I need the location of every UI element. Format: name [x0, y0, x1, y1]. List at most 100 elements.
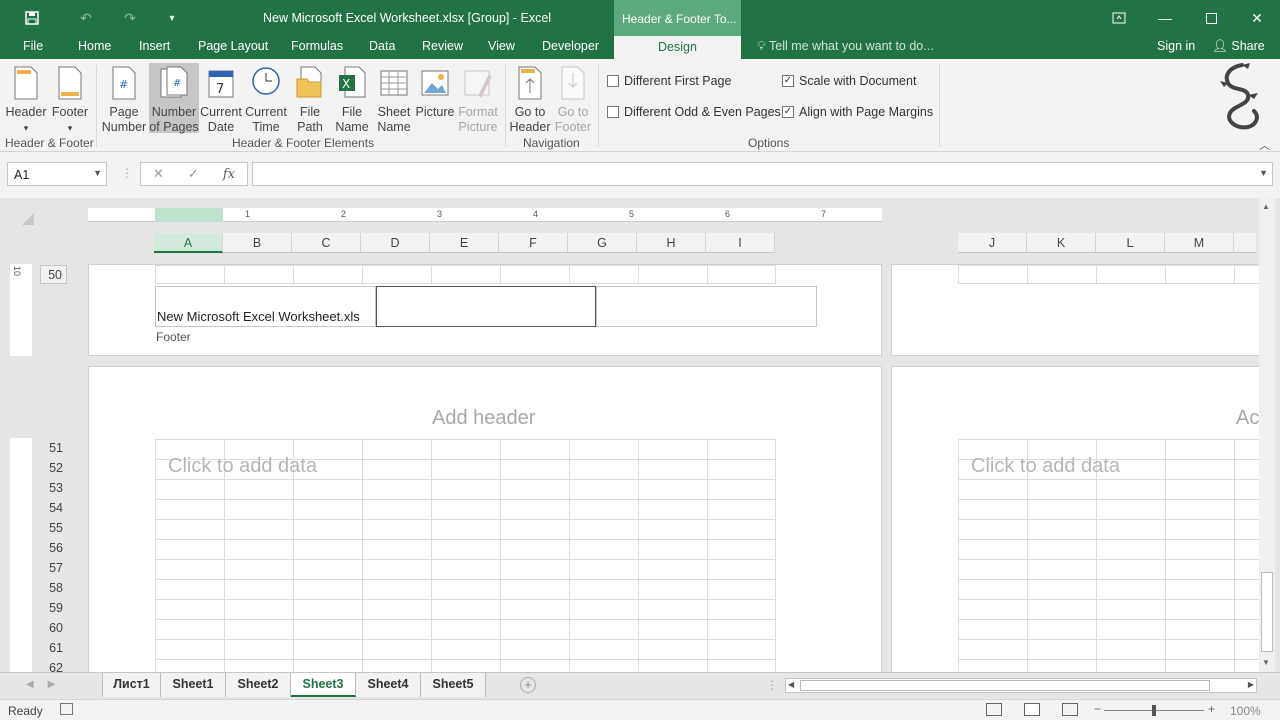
click-to-add-data[interactable]: Click to add data: [971, 455, 1120, 478]
column-header-c[interactable]: C: [292, 233, 361, 253]
column-header-k[interactable]: K: [1027, 233, 1096, 253]
current-time-button[interactable]: Current Time: [244, 63, 288, 135]
horizontal-scrollbar[interactable]: ◀ ▶: [785, 678, 1257, 693]
collapse-ribbon-icon[interactable]: ︿: [1259, 137, 1270, 153]
different-first-page-checkbox[interactable]: Different First Page: [607, 74, 731, 88]
row-header-55[interactable]: 55: [40, 521, 67, 535]
name-box[interactable]: A1 ▼: [7, 162, 107, 186]
header-button[interactable]: Header ▾: [4, 63, 48, 136]
align-with-margins-checkbox[interactable]: ✓ Align with Page Margins: [782, 105, 933, 119]
sheet-tab-sheet2[interactable]: Sheet2: [226, 673, 291, 697]
zoom-in-icon[interactable]: +: [1208, 702, 1215, 716]
number-of-pages-button[interactable]: # Number of Pages: [149, 63, 199, 134]
sheet-tab-sheet1[interactable]: Sheet1: [161, 673, 226, 697]
row-header-60[interactable]: 60: [40, 621, 67, 635]
scroll-down-icon[interactable]: ▼: [1262, 658, 1270, 667]
go-to-footer-button[interactable]: Go to Footer: [553, 63, 593, 135]
customize-qat-icon[interactable]: ▾: [160, 6, 184, 30]
row-header-50[interactable]: 50: [40, 265, 67, 284]
tab-review[interactable]: Review: [422, 39, 463, 53]
normal-view-icon[interactable]: [986, 703, 1002, 716]
undo-icon[interactable]: ↶: [74, 6, 98, 30]
column-header-m[interactable]: M: [1165, 233, 1234, 253]
select-all-corner[interactable]: [22, 213, 34, 225]
row-header-57[interactable]: 57: [40, 561, 67, 575]
format-picture-button[interactable]: Format Picture: [456, 63, 500, 135]
column-header-d[interactable]: D: [361, 233, 430, 253]
row-header-58[interactable]: 58: [40, 581, 67, 595]
cancel-icon[interactable]: ✕: [153, 166, 164, 182]
save-icon[interactable]: [20, 6, 44, 30]
footer-button[interactable]: Footer ▾: [50, 63, 90, 136]
insert-function-icon[interactable]: fx: [223, 167, 235, 182]
tell-me-search[interactable]: 💡︎ Tell me what you want to do...: [757, 39, 934, 54]
row-header-52[interactable]: 52: [40, 461, 67, 475]
minimize-icon[interactable]: ―: [1142, 0, 1188, 36]
tab-view[interactable]: View: [488, 39, 515, 53]
next-sheet-icon[interactable]: ▶: [48, 679, 56, 690]
scale-with-document-checkbox[interactable]: ✓ Scale with Document: [782, 74, 916, 88]
different-odd-even-checkbox[interactable]: Different Odd & Even Pages: [607, 105, 781, 119]
scroll-up-icon[interactable]: ▲: [1262, 202, 1270, 211]
zoom-slider-knob[interactable]: [1152, 705, 1156, 716]
sign-in-link[interactable]: Sign in: [1157, 39, 1195, 53]
go-to-header-button[interactable]: Go to Header: [508, 63, 552, 135]
sheet-tab-sheet4[interactable]: Sheet4: [356, 673, 421, 697]
cell-grid[interactable]: [958, 265, 1262, 284]
column-header-h[interactable]: H: [637, 233, 706, 253]
row-header-53[interactable]: 53: [40, 481, 67, 495]
maximize-icon[interactable]: [1188, 0, 1234, 36]
tab-formulas[interactable]: Formulas: [291, 39, 343, 53]
row-header-56[interactable]: 56: [40, 541, 67, 555]
enter-icon[interactable]: ✓: [188, 166, 199, 182]
page-number-button[interactable]: # Page Number: [100, 63, 148, 135]
previous-sheet-icon[interactable]: ◀: [26, 679, 34, 690]
tab-developer[interactable]: Developer: [542, 39, 599, 53]
tab-insert[interactable]: Insert: [139, 39, 170, 53]
sheet-tab-sheet5[interactable]: Sheet5: [421, 673, 486, 697]
redo-icon[interactable]: ↷: [118, 6, 142, 30]
add-header-placeholder[interactable]: Ac: [1236, 407, 1259, 430]
footer-center-section[interactable]: [376, 286, 596, 327]
column-header-j[interactable]: J: [958, 233, 1027, 253]
zoom-slider[interactable]: [1104, 705, 1204, 716]
scrollbar-thumb[interactable]: [800, 680, 1210, 691]
column-header-i[interactable]: I: [706, 233, 775, 253]
tab-data[interactable]: Data: [369, 39, 395, 53]
click-to-add-data[interactable]: Click to add data: [168, 455, 317, 478]
column-header-a[interactable]: A: [154, 233, 223, 253]
zoom-level[interactable]: 100%: [1230, 704, 1261, 718]
column-header-f[interactable]: F: [499, 233, 568, 253]
column-header-g[interactable]: G: [568, 233, 637, 253]
scrollbar-thumb[interactable]: [1261, 572, 1273, 652]
vertical-scrollbar[interactable]: ▲ ▼: [1259, 198, 1275, 672]
tab-page-layout[interactable]: Page Layout: [198, 39, 268, 53]
tab-design[interactable]: Design: [614, 36, 741, 60]
row-header-59[interactable]: 59: [40, 601, 67, 615]
add-header-placeholder[interactable]: Add header: [432, 407, 535, 430]
macro-record-icon[interactable]: [60, 703, 73, 715]
page-layout-view-icon[interactable]: [1024, 703, 1040, 716]
row-header-54[interactable]: 54: [40, 501, 67, 515]
file-name-button[interactable]: X File Name: [332, 63, 372, 135]
ribbon-display-icon[interactable]: [1096, 0, 1142, 36]
formula-input[interactable]: ▼: [252, 162, 1273, 186]
column-header-e[interactable]: E: [430, 233, 499, 253]
sheet-name-button[interactable]: Sheet Name: [374, 63, 414, 135]
footer-left-section[interactable]: New Microsoft Excel Worksheet.xls: [155, 286, 376, 327]
picture-button[interactable]: Picture: [415, 63, 455, 120]
cell-grid[interactable]: [155, 265, 776, 284]
file-path-button[interactable]: File Path: [291, 63, 329, 135]
zoom-out-icon[interactable]: −: [1094, 702, 1101, 716]
footer-right-section[interactable]: [596, 286, 817, 327]
add-sheet-icon[interactable]: +: [520, 677, 536, 693]
row-header-61[interactable]: 61: [40, 641, 67, 655]
column-header-b[interactable]: B: [223, 233, 292, 253]
sheet-tab-sheet3[interactable]: Sheet3: [291, 673, 356, 697]
page-break-view-icon[interactable]: [1062, 703, 1078, 716]
tab-split-handle-icon[interactable]: ⋮: [766, 678, 778, 692]
tab-home[interactable]: Home: [78, 39, 111, 53]
sheet-tab-list1[interactable]: Лист1: [102, 673, 161, 697]
column-header-l[interactable]: L: [1096, 233, 1165, 253]
scroll-right-icon[interactable]: ▶: [1248, 680, 1254, 689]
